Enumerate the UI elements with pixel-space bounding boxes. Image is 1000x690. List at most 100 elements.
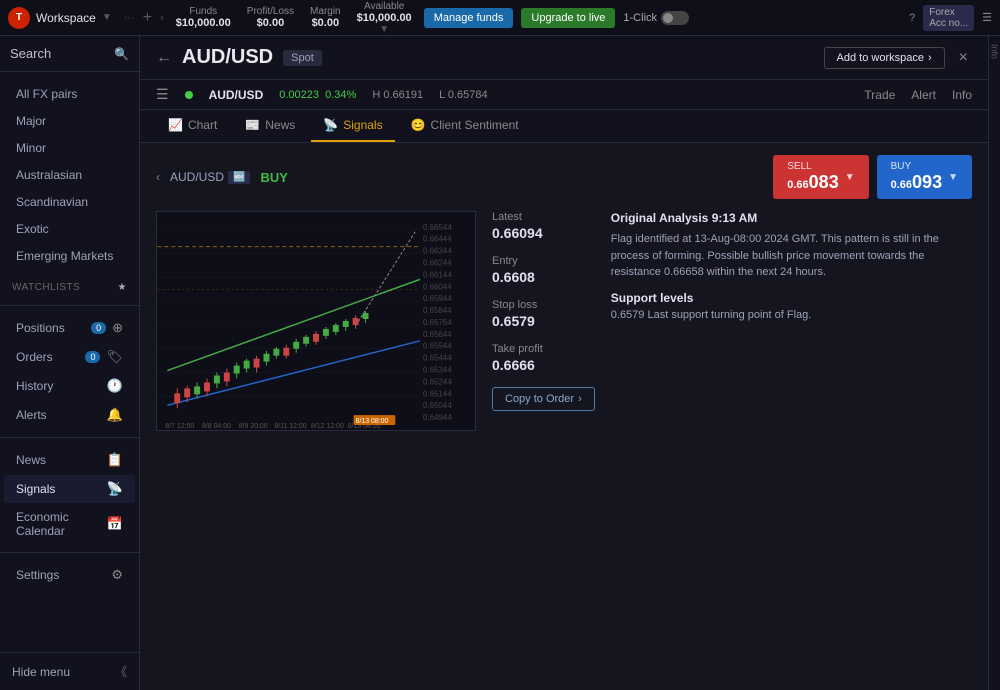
signal-data-panel: Latest 0.66094 Entry 0.6608 Stop loss 0.… <box>492 211 972 431</box>
buy-price-bold: 093 <box>912 172 942 192</box>
hamburger-icon[interactable]: ☰ <box>156 86 169 103</box>
latest-label: Latest <box>492 211 595 223</box>
svg-text:8/9 20:00: 8/9 20:00 <box>239 423 268 430</box>
top-bar: T Workspace ▼ ··· + › Funds $10,000.00 P… <box>0 0 1000 36</box>
sell-price-box[interactable]: SELL 0.66083 ▼ <box>773 155 868 199</box>
tab-chart[interactable]: 📈 Chart <box>156 110 229 142</box>
sell-arrow-icon: ▼ <box>845 172 855 183</box>
stoploss-label: Stop loss <box>492 299 595 311</box>
entry-value: 0.6608 <box>492 269 535 285</box>
watchlists-section: WATCHLISTS ★ <box>0 270 139 297</box>
add-workspace-button[interactable]: Add to workspace › <box>824 47 945 69</box>
support-title: Support levels <box>611 291 972 305</box>
sidebar-item-all-fx[interactable]: All FX pairs <box>4 81 135 107</box>
search-icon[interactable]: 🔍 <box>114 47 129 61</box>
info-label: Info <box>990 44 1000 59</box>
add-tab-icon[interactable]: + <box>143 9 152 27</box>
one-click-toggle[interactable]: 1-Click <box>623 11 689 25</box>
svg-text:0.65844: 0.65844 <box>423 306 452 315</box>
margin-stat: Margin $0.00 <box>310 6 341 29</box>
sidebar-item-settings[interactable]: Settings ⚙ <box>4 561 135 589</box>
sidebar-item-alerts[interactable]: Alerts 🔔 <box>4 401 135 429</box>
upgrade-live-button[interactable]: Upgrade to live <box>521 8 615 28</box>
buy-price-main: 0.66 <box>891 179 912 191</box>
tab-signals[interactable]: 📡 Signals <box>311 110 394 142</box>
hide-menu-button[interactable]: Hide menu 《 <box>0 652 139 690</box>
sidebar-nav: All FX pairs Major Minor Australasian Sc… <box>0 72 139 652</box>
chart-icon: 📈 <box>168 118 183 132</box>
history-icon: 🕐 <box>107 378 123 394</box>
signal-content: ‹ AUD/USD 🔤 BUY SELL 0.66083 <box>140 143 988 690</box>
sell-box-inner: SELL 0.66083 <box>787 161 838 193</box>
sidebar-item-major[interactable]: Major <box>4 108 135 134</box>
buy-price-box[interactable]: BUY 0.66093 ▼ <box>877 155 972 199</box>
chart-tab-label: Chart <box>188 118 217 132</box>
svg-text:8/8 04:00: 8/8 04:00 <box>202 423 231 430</box>
sidebar-item-positions[interactable]: Positions 0 ⊕ <box>4 314 135 342</box>
copy-order-button[interactable]: Copy to Order › <box>492 387 595 411</box>
minor-label: Minor <box>16 141 46 155</box>
one-click-label: 1-Click <box>623 12 657 24</box>
add-workspace-arrow-icon: › <box>928 52 932 64</box>
signal-right-column: Original Analysis 9:13 AM Flag identifie… <box>611 211 972 431</box>
sidebar-item-history[interactable]: History 🕐 <box>4 372 135 400</box>
latest-field: Latest 0.66094 <box>492 211 595 241</box>
forex-badge: Forex Acc no... <box>923 5 974 31</box>
add-workspace-label: Add to workspace <box>837 52 924 64</box>
trade-tab-link[interactable]: Trade <box>864 88 895 102</box>
buy-price: 0.66093 <box>891 175 942 192</box>
analysis-text: Flag identified at 13-Aug-08:00 2024 GMT… <box>611 231 972 281</box>
news-tab-label: News <box>265 118 295 132</box>
svg-text:0.66544: 0.66544 <box>423 223 452 232</box>
hide-menu-label: Hide menu <box>12 665 70 679</box>
info-tab-link[interactable]: Info <box>952 88 972 102</box>
news-icon: 📋 <box>107 452 123 468</box>
signal-nav-left-icon[interactable]: ‹ <box>156 170 160 184</box>
economic-calendar-label: Economic Calendar <box>16 510 101 538</box>
help-icon[interactable]: ? <box>909 12 915 24</box>
svg-text:8/13 08:00: 8/13 08:00 <box>356 418 389 425</box>
close-button[interactable]: × <box>955 49 972 67</box>
sidebar-item-scandinavian[interactable]: Scandinavian <box>4 189 135 215</box>
orders-label: Orders <box>16 350 53 364</box>
manage-funds-button[interactable]: Manage funds <box>424 8 514 28</box>
sidebar-item-news[interactable]: News 📋 <box>4 446 135 474</box>
all-fx-label: All FX pairs <box>16 87 77 101</box>
copy-order-arrow-icon: › <box>578 393 582 405</box>
analysis-title: Original Analysis 9:13 AM <box>611 211 972 225</box>
svg-text:0.66144: 0.66144 <box>423 270 452 279</box>
buy-arrow-icon: ▼ <box>948 172 958 183</box>
logo-area: T Workspace ▼ <box>8 7 112 29</box>
pair-low: L 0.65784 <box>439 89 488 101</box>
sidebar-item-orders[interactable]: Orders 0 🏷 <box>4 343 135 371</box>
takeprofit-label: Take profit <box>492 343 595 355</box>
sidebar-item-signals[interactable]: Signals 📡 <box>4 475 135 503</box>
workspace-dropdown-icon[interactable]: ▼ <box>102 12 112 23</box>
pair-high: H 0.66191 <box>372 89 423 101</box>
pair-name-label: AUD/USD <box>209 88 264 102</box>
buy-label-price: BUY <box>891 161 942 172</box>
tab-news[interactable]: 📰 News <box>233 110 307 142</box>
sidebar-item-economic-calendar[interactable]: Economic Calendar 📅 <box>4 504 135 544</box>
sidebar-item-exotic[interactable]: Exotic <box>4 216 135 242</box>
sidebar: Search 🔍 All FX pairs Major Minor Austra… <box>0 36 140 690</box>
svg-text:0.65444: 0.65444 <box>423 354 452 363</box>
alert-tab-link[interactable]: Alert <box>911 88 936 102</box>
sidebar-item-australasian[interactable]: Australasian <box>4 162 135 188</box>
svg-text:0.65344: 0.65344 <box>423 366 452 375</box>
sidebar-item-emerging[interactable]: Emerging Markets <box>4 243 135 269</box>
news-tab-icon: 📰 <box>245 118 260 132</box>
workspace-label: Workspace <box>36 11 96 25</box>
sidebar-item-minor[interactable]: Minor <box>4 135 135 161</box>
hide-menu-icon: 《 <box>115 663 127 680</box>
signal-chart-area: 0.66544 0.66444 0.66344 0.66244 0.66144 … <box>156 211 476 431</box>
signals-tab-label: Signals <box>343 118 382 132</box>
signal-pair-breadcrumb: AUD/USD 🔤 <box>170 170 250 184</box>
back-arrow-button[interactable]: ← <box>156 49 172 67</box>
watchlists-star-icon[interactable]: ★ <box>118 282 127 293</box>
menu-icon[interactable]: ☰ <box>982 11 992 24</box>
one-click-switch[interactable] <box>661 11 689 25</box>
entry-field: Entry 0.6608 <box>492 255 595 285</box>
tab-client-sentiment[interactable]: 😊 Client Sentiment <box>399 110 531 142</box>
sidebar-search-section: Search 🔍 <box>0 36 139 72</box>
